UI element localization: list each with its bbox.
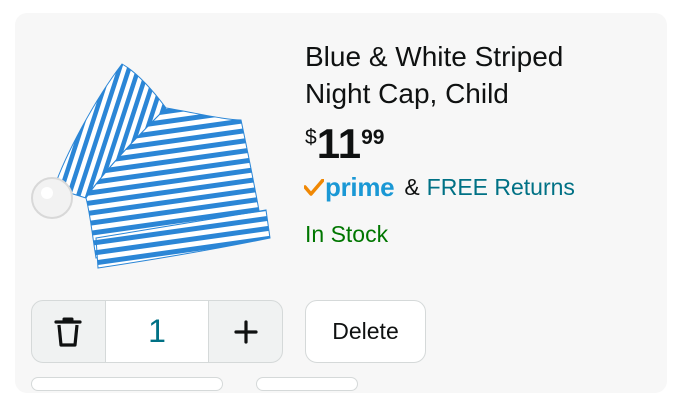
price-fraction: 99 bbox=[361, 126, 385, 149]
shipping-amp: & bbox=[404, 174, 420, 200]
next-action-button-partial[interactable] bbox=[31, 377, 223, 391]
prime-shipping-row: prime & FREE Returns bbox=[304, 172, 575, 203]
price-whole: 11 bbox=[316, 120, 362, 167]
prime-logo: prime bbox=[304, 172, 395, 203]
quantity-increase-button[interactable] bbox=[209, 301, 282, 362]
quantity-decrease-button[interactable] bbox=[32, 301, 105, 362]
product-image[interactable] bbox=[26, 58, 288, 270]
price-currency: $ bbox=[305, 126, 317, 149]
plus-icon bbox=[233, 319, 258, 344]
next-action-button-partial-2[interactable] bbox=[256, 377, 358, 391]
product-title-line-1: Blue & White Striped bbox=[305, 41, 564, 72]
product-price: $ 11 99 bbox=[305, 120, 384, 168]
stock-status: In Stock bbox=[305, 221, 389, 247]
free-returns-link[interactable]: FREE Returns bbox=[427, 174, 575, 201]
quantity-stepper: 1 bbox=[31, 300, 283, 363]
trash-icon bbox=[54, 317, 83, 347]
product-title-line-2: Night Cap, Child bbox=[305, 78, 509, 109]
product-title[interactable]: Blue & White Striped Night Cap, Child bbox=[305, 38, 635, 112]
quantity-value[interactable]: 1 bbox=[104, 301, 210, 362]
prime-check-icon bbox=[304, 178, 324, 196]
delete-button[interactable]: Delete bbox=[305, 300, 426, 363]
prime-word: prime bbox=[325, 172, 395, 202]
